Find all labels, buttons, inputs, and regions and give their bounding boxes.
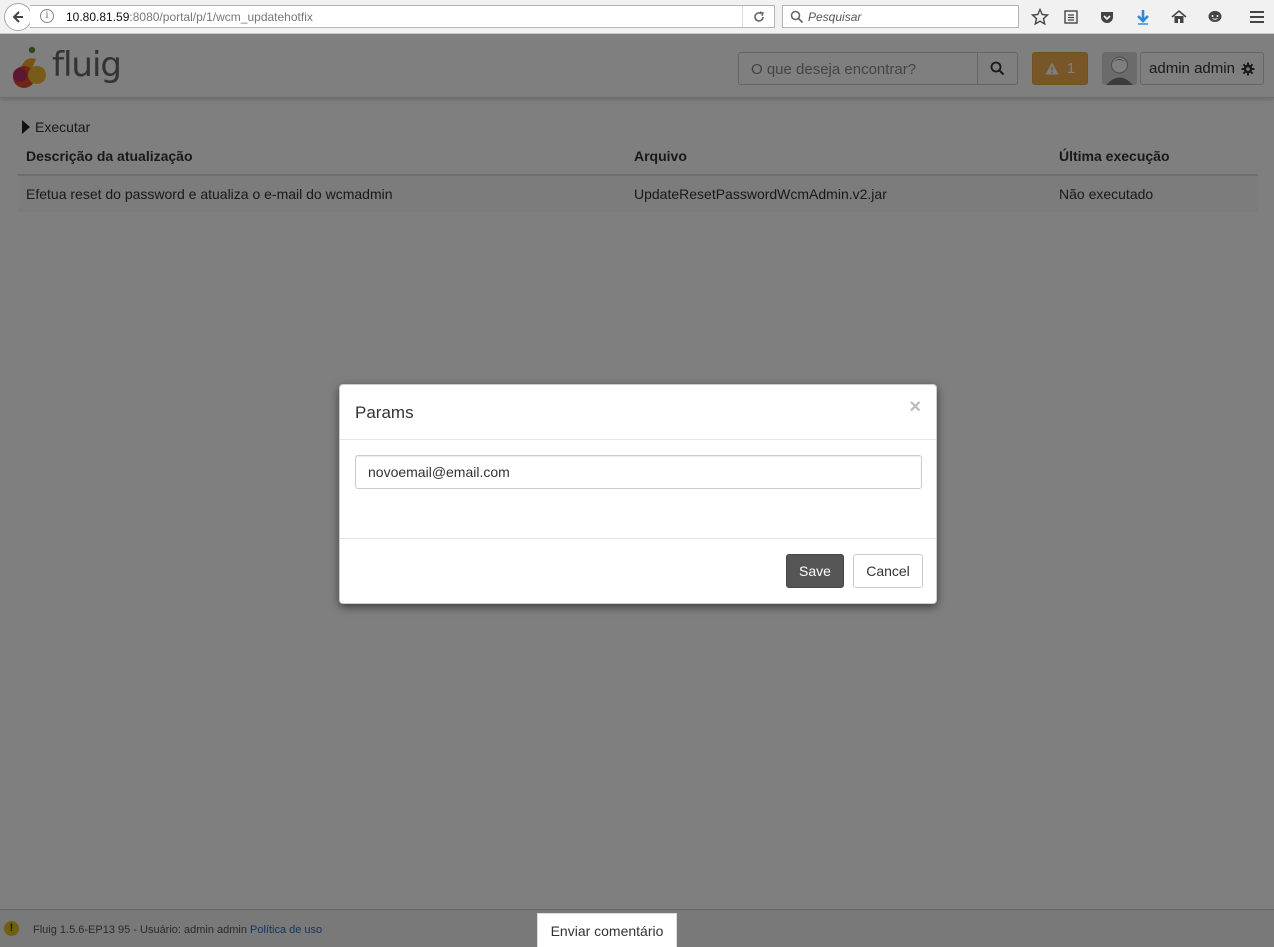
home-icon[interactable] — [1169, 7, 1189, 27]
browser-search-placeholder: Pesquisar — [808, 10, 862, 24]
params-modal: Params × Save Cancel — [339, 384, 937, 604]
email-field[interactable] — [355, 455, 922, 489]
reload-icon[interactable] — [742, 6, 774, 27]
bookmark-star-icon[interactable] — [1030, 7, 1050, 27]
download-icon[interactable] — [1133, 7, 1153, 27]
reader-list-icon[interactable] — [1061, 7, 1081, 27]
browser-search-box[interactable]: Pesquisar — [782, 5, 1019, 28]
modal-body — [340, 440, 936, 539]
cancel-button[interactable]: Cancel — [853, 554, 923, 588]
chat-icon[interactable] — [1205, 7, 1225, 27]
modal-title: Params — [355, 403, 414, 422]
site-info-icon[interactable]: i — [40, 9, 54, 23]
modal-header: Params × — [340, 385, 936, 440]
feedback-button[interactable]: Enviar comentário — [537, 913, 677, 947]
url-text[interactable]: 10.80.81.59:8080/portal/p/1/wcm_updateho… — [66, 10, 313, 24]
close-icon[interactable]: × — [909, 397, 921, 417]
address-bar[interactable]: i 10.80.81.59:8080/portal/p/1/wcm_update… — [30, 5, 775, 28]
menu-icon[interactable] — [1247, 7, 1267, 27]
back-button[interactable] — [4, 3, 32, 31]
search-icon — [790, 10, 804, 24]
back-arrow-icon — [12, 11, 23, 23]
save-button[interactable]: Save — [786, 554, 844, 588]
modal-footer: Save Cancel — [340, 539, 936, 603]
browser-toolbar: i 10.80.81.59:8080/portal/p/1/wcm_update… — [0, 0, 1274, 34]
pocket-icon[interactable] — [1097, 7, 1117, 27]
